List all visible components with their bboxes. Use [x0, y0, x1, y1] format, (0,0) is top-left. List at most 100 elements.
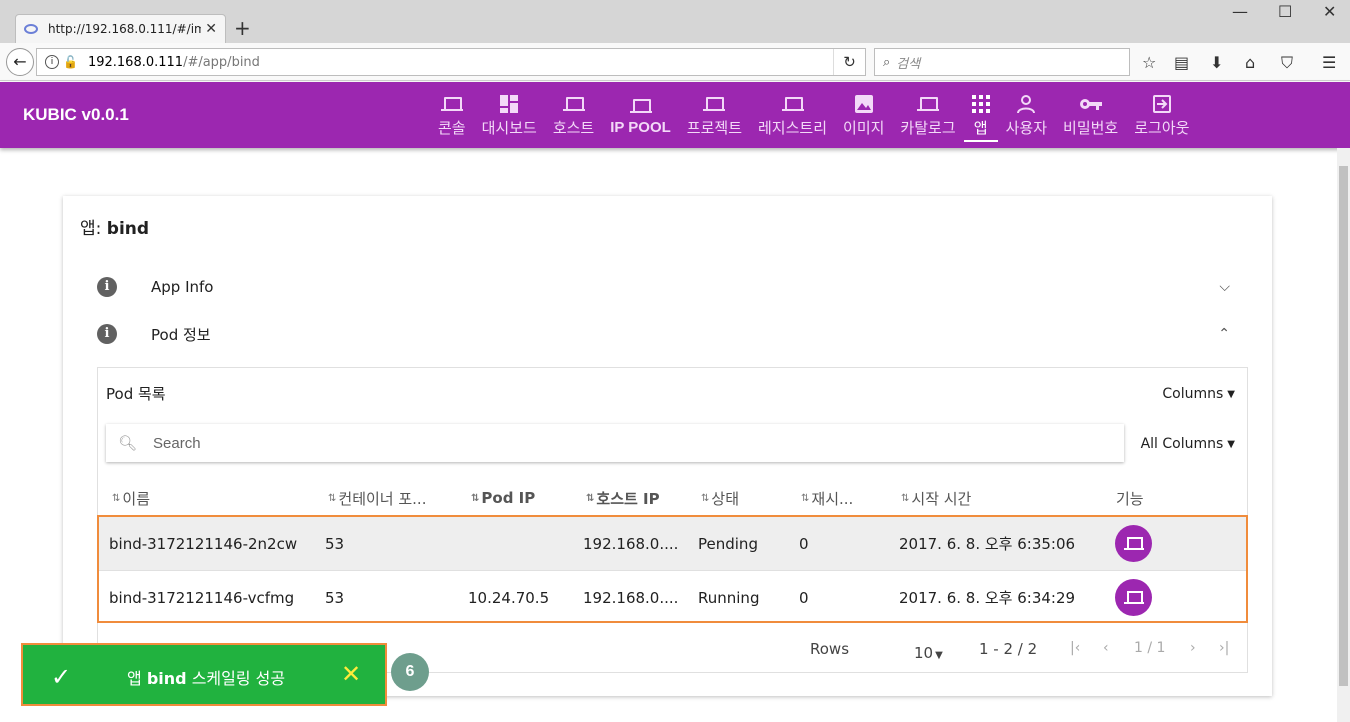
close-icon[interactable]: ✕ [341, 660, 361, 688]
bookmark-star-icon[interactable]: ☆ [1142, 53, 1156, 72]
app-brand[interactable]: KUBIC v0.0.1 [23, 105, 129, 125]
site-info-icon[interactable]: i [45, 55, 59, 69]
menu-item-ip-pool[interactable]: IP POOL [602, 82, 679, 148]
th-label: 재시... [811, 489, 854, 508]
th-pod-ip[interactable]: ⇅ Pod IP [471, 480, 535, 516]
url-host: 192.168.0.111 [87, 54, 184, 70]
browser-search-input[interactable]: ⌕ 검색 [874, 48, 1130, 76]
person-icon [1017, 94, 1036, 113]
menu-item-images[interactable]: 이미지 [835, 82, 892, 148]
menu-label: 레지스트리 [758, 118, 828, 137]
menu-item-apps[interactable]: 앱 [963, 82, 998, 148]
chevron-up-icon[interactable]: ⌃ [1218, 326, 1230, 342]
cell-pod-ip: 10.24.70.5 [468, 588, 550, 607]
th-container-port[interactable]: ⇅ 컨테이너 포... [328, 480, 426, 516]
title-prefix: 앱: [80, 219, 102, 239]
chevron-down-icon[interactable]: ⌵ [1219, 279, 1230, 295]
caret-down-icon: ▼ [935, 650, 943, 661]
columns-toggle[interactable]: Columns ▼ [1162, 386, 1235, 402]
pod-search-input[interactable] [153, 434, 1054, 452]
image-icon [854, 94, 873, 113]
cell-restarts: 0 [799, 534, 809, 553]
laptop-icon [781, 96, 804, 112]
menu-item-console[interactable]: 콘솔 [430, 82, 474, 148]
section-label: App Info [151, 278, 214, 296]
all-columns-select[interactable]: All Columns ▼ [1141, 436, 1235, 452]
th-host-ip[interactable]: ⇅ 호스트 IP [586, 480, 660, 516]
console-button[interactable] [1115, 579, 1152, 616]
table-row[interactable]: bind-3172121146-vcfmg 53 10.24.70.5 192.… [99, 570, 1246, 623]
pod-list-title: Pod 목록 [106, 385, 166, 403]
all-columns-label: All Columns [1140, 436, 1224, 452]
next-page-icon[interactable]: › [1190, 640, 1196, 656]
browser-tabbar: http://192.168.0.111/#/imag ✕ + — ☐ ✕ [0, 0, 1350, 43]
hamburger-menu-icon[interactable]: ☰ [1322, 53, 1336, 72]
menu-label: 로그아웃 [1134, 118, 1190, 137]
pocket-icon[interactable]: ⛉ [1281, 53, 1293, 73]
check-icon: ✓ [51, 663, 72, 691]
pod-list-panel: Pod 목록 Columns ▼ 🔍︎ All Columns ▼ ⇅이름 ⇅컨… [97, 367, 1248, 673]
menu-label: 콘솔 [438, 118, 466, 137]
caret-down-icon: ▼ [1227, 438, 1235, 450]
laptop-icon [440, 96, 463, 112]
app-header: KUBIC v0.0.1 콘솔 대시보드 호스트 IP POOL 프로젝트 레지… [0, 82, 1350, 148]
pod-search-field[interactable]: 🔍︎ [106, 424, 1124, 462]
sort-icon: ⇅ [328, 492, 337, 504]
cell-start-time: 2017. 6. 8. 오후 6:35:06 [899, 535, 1076, 553]
menu-item-users[interactable]: 사용자 [998, 82, 1055, 148]
menu-item-dashboard[interactable]: 대시보드 [474, 82, 545, 148]
th-start-time[interactable]: ⇅ 시작 시간 [901, 480, 971, 516]
menu-label: 비밀번호 [1063, 118, 1119, 137]
menu-label: 사용자 [1005, 118, 1048, 137]
section-pod-info[interactable]: i Pod 정보 ⌃ [97, 314, 1252, 354]
th-label: 호스트 IP [596, 489, 660, 508]
reading-list-icon[interactable]: ▤ [1174, 53, 1189, 72]
msg-prefix: 앱 [127, 669, 142, 688]
cell-status: Running [698, 588, 760, 607]
menu-item-catalog[interactable]: 카탈로그 [892, 82, 963, 148]
download-icon[interactable]: ⬇ [1210, 53, 1223, 72]
address-bar[interactable]: i 🔓 192.168.0.111/#/app/bind ↻ [36, 48, 866, 76]
rows-per-page-value: 10 [914, 644, 934, 662]
msg-app-name: bind [146, 669, 187, 688]
menu-item-registry[interactable]: 레지스트리 [750, 82, 835, 148]
minimize-icon[interactable]: — [1232, 2, 1248, 21]
maximize-icon[interactable]: ☐ [1278, 2, 1292, 21]
back-button[interactable]: ← [6, 48, 34, 76]
cell-actions [1115, 571, 1152, 624]
menu-item-projects[interactable]: 프로젝트 [679, 82, 750, 148]
th-label: Pod IP [481, 489, 536, 507]
home-icon[interactable]: ⌂ [1245, 53, 1255, 72]
window-close-icon[interactable]: ✕ [1323, 2, 1336, 21]
reload-icon[interactable]: ↻ [833, 49, 865, 75]
th-status[interactable]: ⇅ 상태 [701, 480, 739, 516]
new-tab-icon[interactable]: + [234, 16, 251, 40]
sort-icon: ⇅ [586, 492, 595, 504]
th-restarts[interactable]: ⇅ 재시... [801, 480, 853, 516]
columns-label: Columns [1162, 386, 1224, 402]
first-page-icon[interactable]: |‹ [1070, 640, 1080, 656]
url-text[interactable]: 192.168.0.111/#/app/bind [88, 55, 833, 70]
table-row[interactable]: bind-3172121146-2n2cw 53 192.168.0.... P… [99, 517, 1246, 570]
rows-per-page-select[interactable]: 10 ▼ [914, 644, 943, 662]
logout-icon [1152, 94, 1171, 113]
prev-page-icon[interactable]: ‹ [1103, 640, 1109, 656]
tab-title: http://192.168.0.111/#/imag [48, 22, 202, 36]
page-scrollbar[interactable] [1337, 148, 1350, 722]
last-page-icon[interactable]: ›| [1219, 640, 1229, 656]
cell-host-ip: 192.168.0.... [583, 534, 679, 553]
section-app-info[interactable]: i App Info ⌵ [97, 267, 1252, 307]
scrollbar-thumb[interactable] [1339, 166, 1348, 686]
menu-item-hosts[interactable]: 호스트 [545, 82, 602, 148]
caret-down-icon: ▼ [1227, 388, 1235, 400]
search-icon: ⌕ [883, 54, 891, 70]
menu-item-logout[interactable]: 로그아웃 [1126, 82, 1197, 148]
console-button[interactable] [1115, 525, 1152, 562]
laptop-icon [629, 98, 652, 114]
th-name[interactable]: ⇅ 이름 [112, 480, 150, 516]
insecure-lock-icon[interactable]: 🔓 [63, 55, 78, 69]
laptop-icon [703, 96, 726, 112]
menu-item-password[interactable]: 비밀번호 [1055, 82, 1126, 148]
tab-close-icon[interactable]: ✕ [205, 21, 217, 37]
browser-tab[interactable]: http://192.168.0.111/#/imag ✕ [15, 14, 226, 43]
